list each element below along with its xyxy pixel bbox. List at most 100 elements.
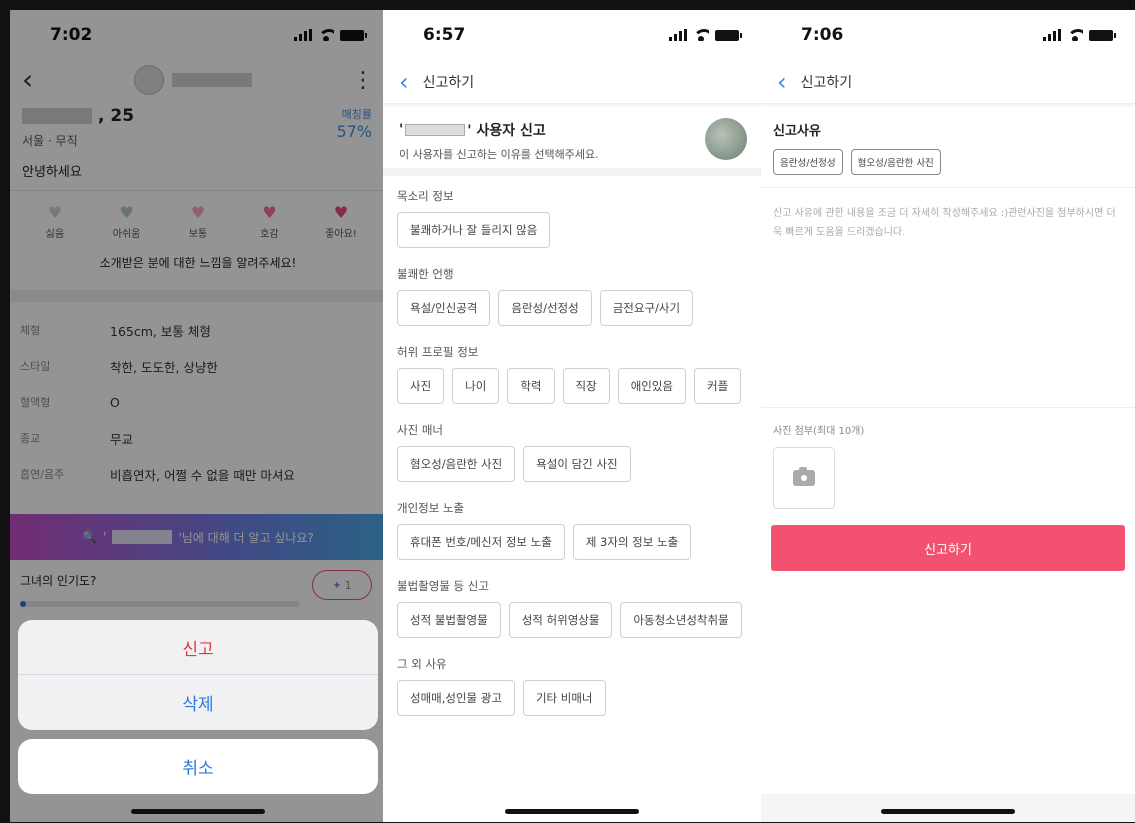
action-sheet: 신고 삭제 [18,620,378,730]
gem-icon: ✦ [332,578,342,592]
match-rate: 매칭률 57% [336,106,372,141]
avatar[interactable] [133,65,164,95]
attribute-value: 무교 [110,431,134,447]
heart-icon: ♥ [190,203,206,222]
feeling-rating: ♥ 싫음 ♥ 아쉬움 ♥ 보통 ♥ 호감 ♥ 좋아요! 소개받은 분에 대한 느낌을 알려주세요! [10,190,386,290]
popularity-bar [20,601,300,607]
reason-chip[interactable]: 불쾌하거나 잘 들리지 않음 [397,212,551,248]
profile-attributes: 체형 165cm, 보통 체형 스타일 착한, 도도한, 상냥한 혈액형 O 종교 무교흡연/… [10,302,386,502]
profile-screen: 7:02 ‹ ⋮ , 25 서울 · 무직 안녕하세요 매칭률 57% ♥ 싫음 ♥… [10,10,386,822]
reason-chip[interactable]: 혐오성/음란한 사진 [397,446,516,482]
back-icon[interactable]: ‹ [777,70,787,94]
avatar [705,118,747,160]
feeling-label: 보통 [188,229,208,240]
feeling-label: 싫음 [45,229,65,240]
reason-chip[interactable]: 사진 [397,368,445,404]
attribute-row: 종교 무교 [10,420,386,456]
attribute-key: 혈액형 [20,396,51,409]
reason-chip[interactable]: 욕설/인신공격 [397,290,491,326]
redacted-name [112,530,173,544]
status-time: 6:57 [423,25,466,45]
back-icon[interactable]: ‹ [399,70,409,94]
more-menu-icon[interactable]: ⋮ [352,68,374,93]
attribute-row: 혈액형 O [10,384,386,420]
reason-chip[interactable]: 학력 [507,368,555,404]
reason-chip[interactable]: 아동청소년성착취물 [620,602,742,638]
section-title: 사진 매너 [397,423,443,437]
reason-sections: 목소리 정보불쾌하거나 잘 들리지 않음불쾌한 언행욕설/인신공격 음란성/선정성… [383,168,761,722]
attribute-row: 스타일 착한, 도도한, 상냥한 [10,348,386,384]
redacted-name [171,73,252,87]
back-icon[interactable]: ‹ [22,66,33,94]
reason-title: 신고사유 [773,124,821,139]
signal-icon [669,29,687,41]
selected-reason-chip[interactable]: 혐오성/음란한 사진 [850,149,941,175]
attribute-value: 착한, 도도한, 상냥한 [110,359,218,375]
feeling-label: 아쉬움 [112,229,141,240]
feeling-label: 호감 [260,229,279,240]
report-detail-screen: 7:06 ‹ 신고하기 신고사유 음란성/선정성 혐오성/음란한 사진 신고 사유… [761,10,1135,822]
heart-icon: ♥ [119,203,134,222]
section-title: 허위 프로필 정보 [397,345,479,359]
section-title: 목소리 정보 [397,189,454,203]
feeling-option[interactable]: ♥ 보통 [173,203,223,241]
add-photo-button[interactable] [773,447,835,509]
selected-reason-chip[interactable]: 음란성/선정성 [773,149,843,175]
reason-chip[interactable]: 음란성/선정성 [498,290,592,326]
wifi-icon [318,29,334,41]
reason-chip[interactable]: 휴대폰 번호/메신저 정보 노출 [397,524,565,560]
profile-summary: , 25 서울 · 무직 안녕하세요 매칭률 57% [10,100,386,190]
heart-icon: ♥ [47,203,63,222]
match-label: 매칭률 [341,108,372,121]
reason-chip[interactable]: 성적 불법촬영물 [397,602,501,638]
report-header: ' ' 사용자 신고 이 사용자를 신고하는 이유를 선택해주세요. [383,104,761,168]
delete-button[interactable]: 삭제 [18,675,378,730]
section-title: 불법촬영물 등 신고 [397,579,489,593]
attribute-key: 종교 [20,432,41,445]
popularity-button[interactable]: ✦ 1 [312,570,372,600]
feeling-option[interactable]: ♥ 싫음 [30,203,80,241]
reason-chip-group: 욕설/인신공격 음란성/선정성 금전요구/사기 [383,290,761,332]
detail-textarea[interactable]: 신고 사유에 관한 내용을 조금 더 자세히 작성해주세요 :)관련사진을 첨부… [761,188,1135,408]
feeling-option[interactable]: ♥ 아쉬움 [102,203,152,241]
battery-icon [715,29,742,41]
reason-chip[interactable]: 나이 [452,368,500,404]
reason-chip[interactable]: 기타 비매너 [522,680,606,716]
profile-age: , 25 [98,106,135,126]
profile-greeting: 안녕하세요 [22,165,82,180]
status-time: 7:02 [50,25,93,45]
reason-chip[interactable]: 금전요구/사기 [599,290,694,326]
page-title: 신고하기 [422,74,475,91]
reason-chip[interactable]: 커플 [694,368,742,404]
section-title: 개인정보 노출 [397,501,465,515]
wifi-icon [693,29,709,41]
attribute-row: 흡연/음주 비흡연자, 어쩔 수 없을 때만 마셔요 [10,456,386,492]
submit-report-button[interactable]: 신고하기 [771,525,1125,571]
reason-chip[interactable]: 성적 허위영상물 [508,602,613,638]
reason-chip-group: 휴대폰 번호/메신저 정보 노출 제 3자의 정보 노출 [383,524,761,566]
feeling-option[interactable]: ♥ 호감 [245,205,295,241]
attribute-row: 체형 165cm, 보통 체형 [10,312,386,348]
section-title: 불쾌한 언행 [397,267,454,281]
photo-attach-label: 사진 첨부(최대 10개) [773,426,865,437]
reason-chip[interactable]: 욕설이 담긴 사진 [523,446,631,482]
report-button[interactable]: 신고 [18,620,378,675]
reason-chip[interactable]: 제 3자의 정보 노출 [572,524,692,560]
profile-nav: ‹ ⋮ [10,60,386,100]
report-subtitle: 이 사용자를 신고하는 이유를 선택해주세요. [399,148,599,161]
reason-chip[interactable]: 애인있음 [617,368,687,404]
feeling-option[interactable]: ♥ 좋아요! [316,205,366,241]
know-more-banner[interactable]: 🔍 ' '님에 대해 더 알고 싶나요? [10,514,386,560]
attribute-key: 체형 [20,324,41,337]
battery-icon [1089,29,1116,41]
battery-icon [340,29,367,41]
reason-chip[interactable]: 성매매,성인물 광고 [397,680,515,716]
status-time: 7:06 [801,25,844,45]
reason-chip-group: 성적 불법촬영물 성적 허위영상물 아동청소년성착취물 [383,602,761,644]
cancel-button[interactable]: 취소 [18,739,378,794]
reason-chip-group: 혐오성/음란한 사진 욕설이 담긴 사진 [383,446,761,488]
status-bar: 6:57 [383,10,761,60]
status-bar: 7:02 [10,10,386,60]
attribute-value: 비흡연자, 어쩔 수 없을 때만 마셔요 [110,467,295,483]
reason-chip[interactable]: 직장 [562,368,610,404]
